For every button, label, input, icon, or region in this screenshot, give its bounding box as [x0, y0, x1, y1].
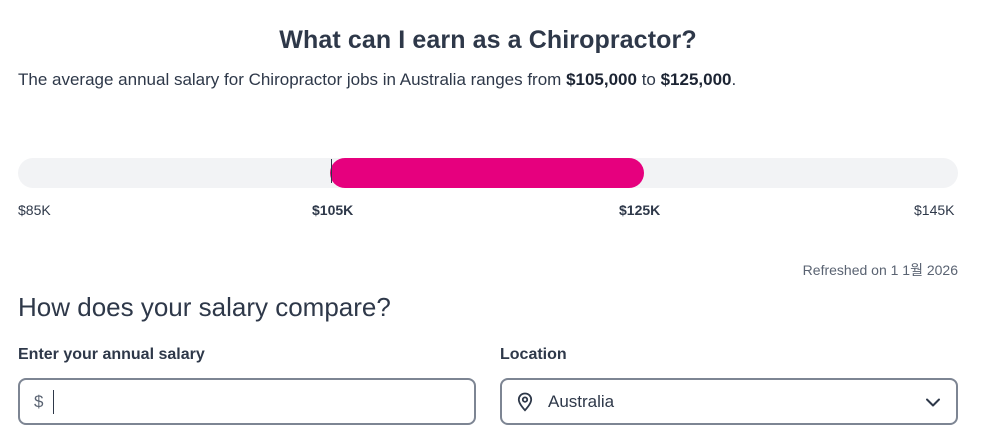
salary-insights-page: What can I earn as a Chiropractor? The a… [0, 0, 1008, 440]
summary-prefix: The average annual salary for Chiropract… [18, 70, 567, 89]
summary-suffix: . [731, 70, 737, 89]
salary-input-box[interactable]: $ [18, 378, 476, 425]
location-select[interactable]: Australia [500, 378, 958, 425]
chevron-down-icon [924, 393, 942, 411]
location-value: Australia [548, 391, 615, 411]
salary-range-fill [330, 158, 644, 188]
map-pin-icon [516, 392, 534, 412]
refreshed-date: Refreshed on 1 1월 2026 [802, 262, 958, 278]
summary-low-salary: $105,000 [566, 70, 637, 89]
tick-label-low: $105K [312, 202, 354, 218]
summary-mid: to [636, 70, 661, 89]
currency-symbol: $ [34, 391, 44, 411]
tick-label-max: $145K [914, 202, 955, 218]
tick-label-min: $85K [18, 202, 51, 218]
page-title: What can I earn as a Chiropractor? [279, 26, 697, 54]
tick-label-high: $125K [619, 202, 661, 218]
salary-summary: The average annual salary for Chiropract… [18, 70, 736, 90]
salary-range-marker [331, 159, 332, 183]
summary-high-salary: $125,000 [660, 70, 732, 89]
salary-field-label: Enter your annual salary [18, 346, 205, 363]
location-field-label: Location [500, 346, 567, 363]
salary-input[interactable] [53, 389, 434, 414]
compare-heading: How does your salary compare? [18, 292, 391, 322]
